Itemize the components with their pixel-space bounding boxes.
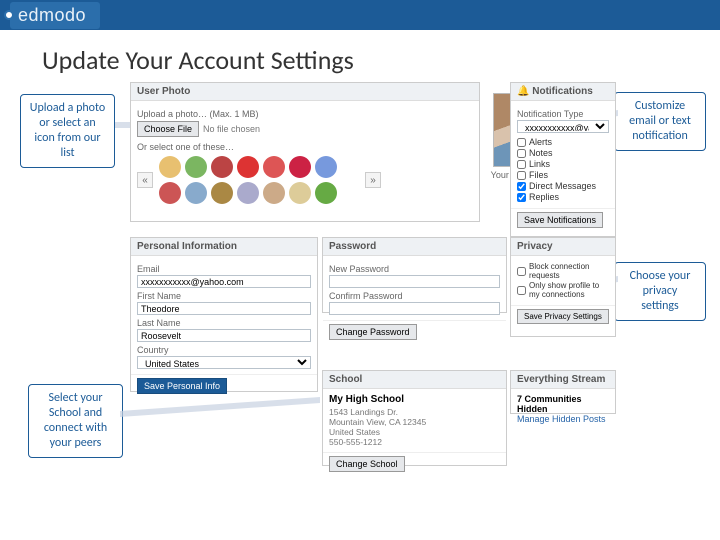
brand-logo: edmodo: [10, 2, 100, 29]
notification-type-select[interactable]: xxxxxxxxxxx@yahoo.com: [517, 120, 609, 133]
prev-icons-button[interactable]: «: [137, 172, 153, 188]
next-icons-button[interactable]: »: [365, 172, 381, 188]
lastname-label: Last Name: [137, 318, 311, 328]
panel-header-password: Password: [323, 238, 506, 256]
panel-header-school: School: [323, 371, 506, 389]
page-title: Update Your Account Settings: [42, 44, 720, 76]
callout-upload: Upload a photo or select an icon from ou…: [20, 94, 115, 168]
school-address: 1543 Landings Dr. Mountain View, CA 1234…: [329, 407, 500, 447]
save-notifications-button[interactable]: Save Notifications: [517, 212, 603, 228]
panel-header-notifications: 🔔 Notifications: [511, 83, 615, 101]
callout-notifications: Customize email or text notification: [614, 92, 706, 151]
country-select[interactable]: United States: [137, 356, 311, 369]
check-links[interactable]: [517, 160, 526, 169]
panel-everything-stream: Everything Stream 7 Communities Hidden M…: [510, 370, 616, 414]
top-banner: edmodo: [0, 0, 720, 30]
no-file-text: No file chosen: [203, 124, 260, 134]
panel-header-privacy: Privacy: [511, 238, 615, 256]
panel-header-stream: Everything Stream: [511, 371, 615, 389]
panel-user-photo: User Photo Upload a photo… (Max. 1 MB) C…: [130, 82, 480, 222]
change-school-button[interactable]: Change School: [329, 456, 405, 472]
choose-file-button[interactable]: Choose File: [137, 121, 199, 137]
check-notes[interactable]: [517, 149, 526, 158]
panel-notifications: 🔔 Notifications Notification Type xxxxxx…: [510, 82, 616, 237]
new-password-field[interactable]: [329, 275, 500, 288]
hidden-count: 7 Communities Hidden: [517, 394, 609, 414]
panel-school: School My High School 1543 Landings Dr. …: [322, 370, 507, 466]
confirm-password-field[interactable]: [329, 302, 500, 315]
change-password-button[interactable]: Change Password: [329, 324, 417, 340]
notification-type-label: Notification Type: [517, 109, 609, 119]
check-replies[interactable]: [517, 193, 526, 202]
save-privacy-button[interactable]: Save Privacy Settings: [517, 309, 609, 324]
save-personal-button[interactable]: Save Personal Info: [137, 378, 227, 394]
email-field[interactable]: [137, 275, 311, 288]
lastname-field[interactable]: [137, 329, 311, 342]
firstname-label: First Name: [137, 291, 311, 301]
upload-label: Upload a photo… (Max. 1 MB): [137, 109, 473, 119]
check-profile-connections[interactable]: [517, 286, 526, 295]
email-label: Email: [137, 264, 311, 274]
check-block-requests[interactable]: [517, 267, 526, 276]
panel-password: Password New Password Confirm Password C…: [322, 237, 507, 313]
check-alerts[interactable]: [517, 138, 526, 147]
callout-privacy: Choose your privacy settings: [614, 262, 706, 321]
avatar-icon-grid[interactable]: [159, 156, 359, 204]
panel-personal-info: Personal Information Email First Name La…: [130, 237, 318, 392]
new-password-label: New Password: [329, 264, 500, 274]
panel-privacy: Privacy Block connection requests Only s…: [510, 237, 616, 337]
panel-header-personal: Personal Information: [131, 238, 317, 256]
panel-header-user-photo: User Photo: [131, 83, 479, 101]
manage-hidden-link[interactable]: Manage Hidden Posts: [517, 414, 609, 424]
callout-school: Select your School and connect with your…: [28, 384, 123, 458]
school-name: My High School: [329, 394, 500, 405]
firstname-field[interactable]: [137, 302, 311, 315]
check-direct-messages[interactable]: [517, 182, 526, 191]
confirm-password-label: Confirm Password: [329, 291, 500, 301]
select-icon-label: Or select one of these…: [137, 142, 473, 152]
notification-checklist: Alerts Notes Links Files Direct Messages…: [517, 137, 609, 202]
country-label: Country: [137, 345, 311, 355]
check-files[interactable]: [517, 171, 526, 180]
